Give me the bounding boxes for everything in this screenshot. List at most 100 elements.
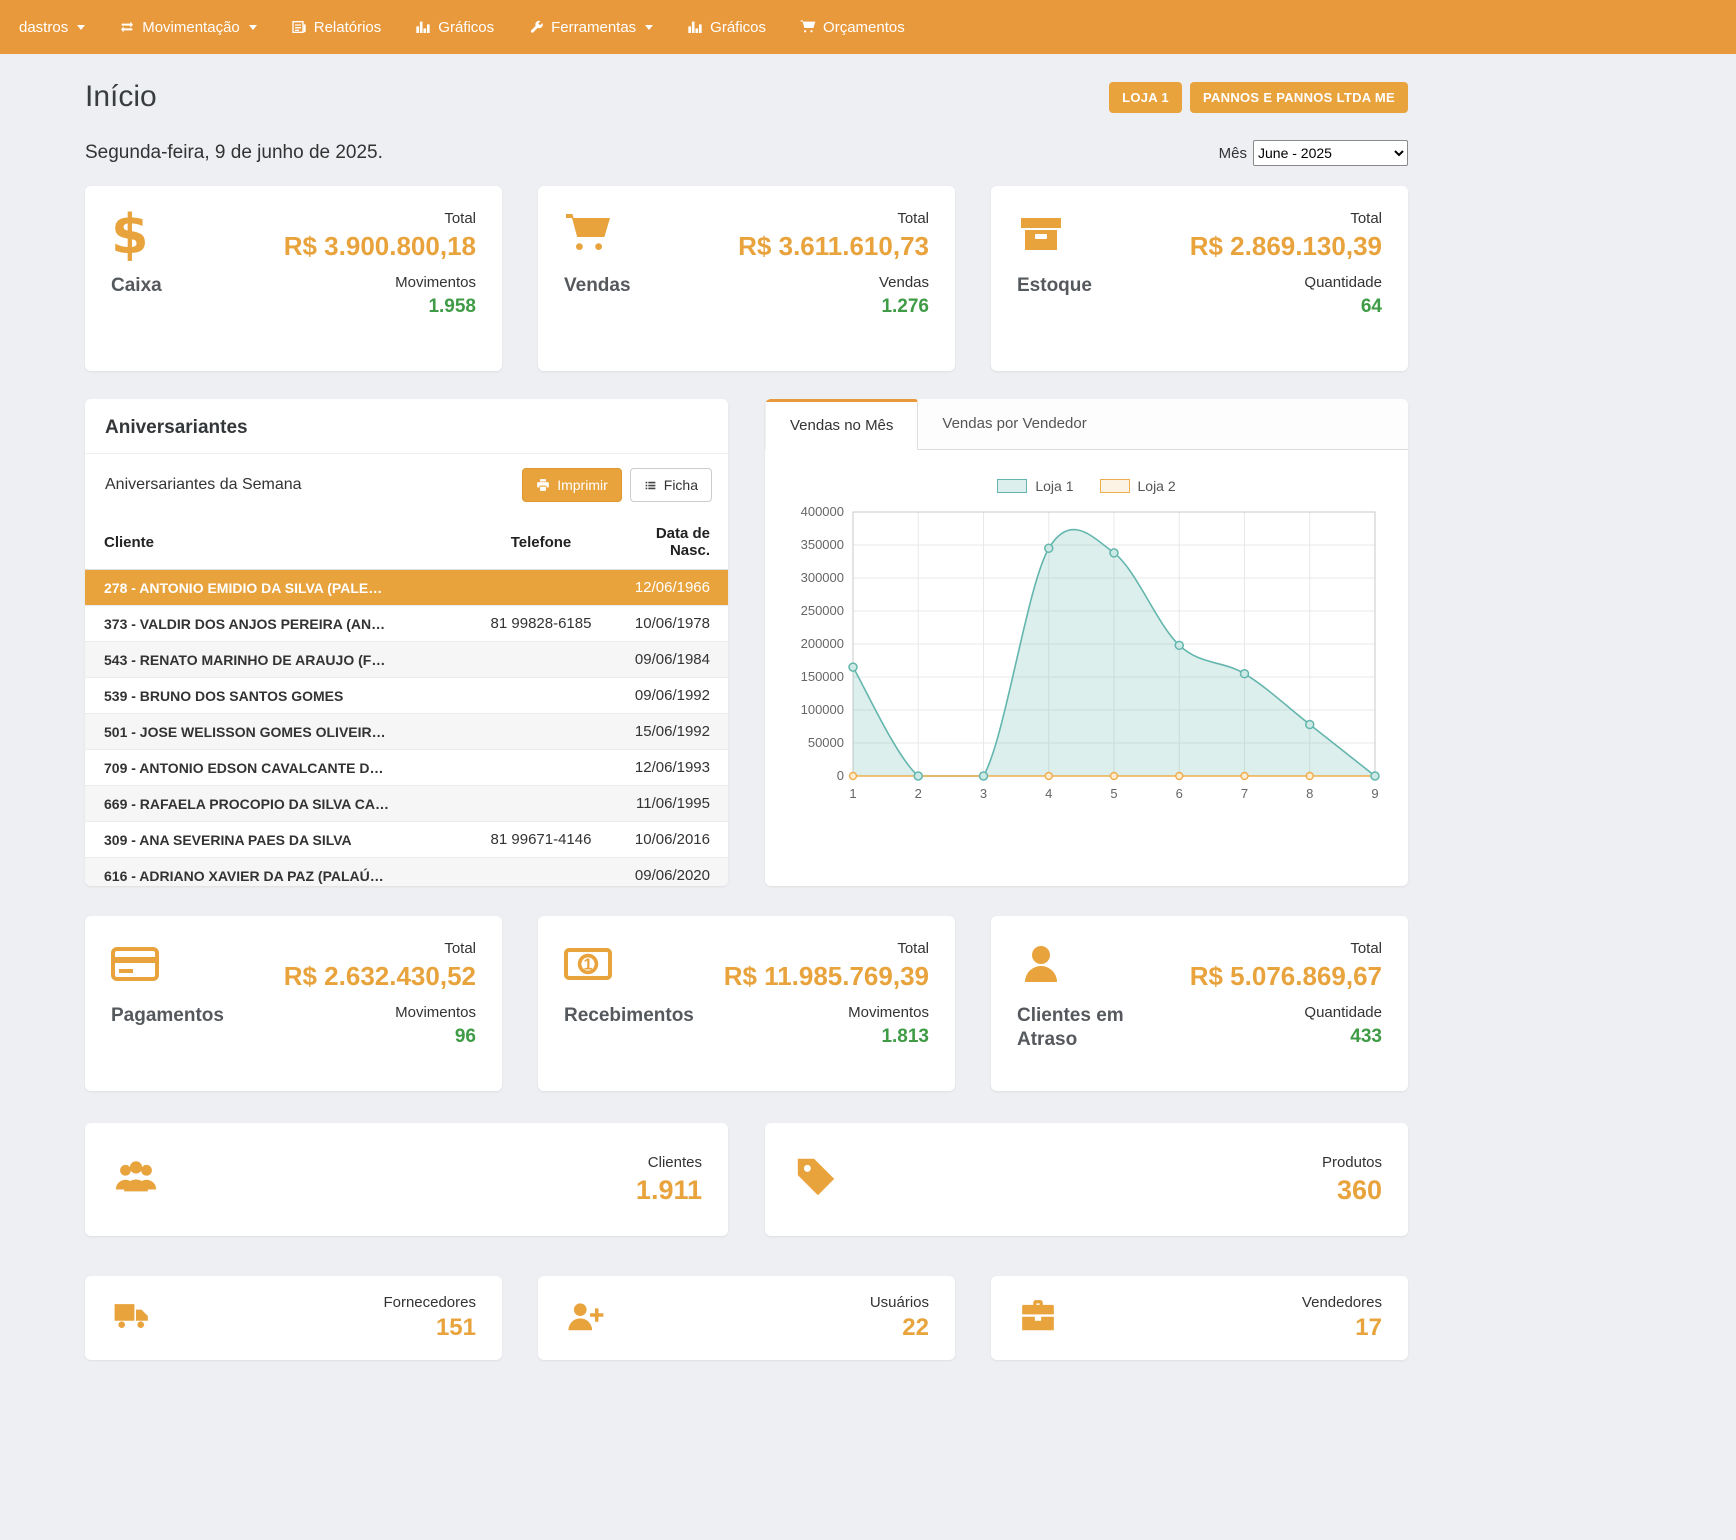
nav-ferramentas[interactable]: Ferramentas	[511, 0, 670, 54]
nav-cadastros[interactable]: dastros	[2, 0, 102, 54]
exchange-icon	[119, 19, 135, 35]
svg-text:50000: 50000	[808, 735, 844, 750]
ficha-button[interactable]: Ficha	[630, 468, 712, 502]
list-icon	[644, 479, 657, 492]
total-value: R$ 5.076.869,67	[1190, 961, 1382, 992]
birthdays-subtitle: Aniversariantes da Semana	[105, 476, 302, 494]
birthday-row[interactable]: 669 - RAFAELA PROCOPIO DA SILVA CA… 11/06…	[85, 786, 728, 822]
nav-movimentacao-label: Movimentação	[142, 19, 240, 36]
caret-down-icon	[645, 25, 653, 30]
svg-text:3: 3	[980, 786, 987, 801]
tab-vendas-no-mes[interactable]: Vendas no Mês	[765, 399, 918, 450]
birthday-cell-telefone[interactable]	[466, 858, 616, 887]
nav-orcamentos[interactable]: Orçamentos	[783, 0, 922, 54]
fornecedores-label: Fornecedores	[383, 1294, 476, 1311]
bar-chart-icon	[687, 19, 703, 35]
produtos-card: Produtos 360	[765, 1123, 1408, 1236]
users-icon	[111, 1154, 161, 1205]
month-select[interactable]: June - 2025	[1253, 140, 1408, 166]
birthday-cell-data[interactable]: 10/06/1978	[616, 606, 728, 642]
birthday-cell-data[interactable]: 12/06/1993	[616, 750, 728, 786]
produtos-label: Produtos	[1322, 1154, 1382, 1171]
money-icon: 1	[564, 940, 616, 990]
birthday-cell-data[interactable]: 11/06/1995	[616, 786, 728, 822]
nav-graficos-1[interactable]: Gráficos	[398, 0, 511, 54]
birthday-cell-telefone[interactable]	[466, 714, 616, 750]
company-button[interactable]: PANNOS E PANNOS LTDA ME	[1190, 82, 1408, 113]
birthday-cell-data[interactable]: 10/06/2016	[616, 822, 728, 858]
birthday-cell-cliente[interactable]: 501 - JOSE WELISSON GOMES OLIVEIR…	[85, 714, 466, 750]
svg-text:100000: 100000	[801, 702, 844, 717]
top-navbar: dastros Movimentação Relatórios Gráficos…	[0, 0, 1736, 54]
stat-name: Caixa	[111, 274, 163, 298]
total-label: Total	[1190, 940, 1382, 957]
col-cliente: Cliente	[85, 516, 466, 570]
svg-text:0: 0	[837, 768, 844, 783]
birthday-row[interactable]: 616 - ADRIANO XAVIER DA PAZ (PALAÚ… 09/06…	[85, 858, 728, 887]
total-label: Total	[1190, 210, 1382, 227]
svg-text:200000: 200000	[801, 636, 844, 651]
birthday-table-body: 278 - ANTONIO EMIDIO DA SILVA (PALE… 12/0…	[85, 570, 728, 887]
clientes-label: Clientes	[636, 1154, 702, 1171]
chart-tab-bar: Vendas no Mês Vendas por Vendedor	[765, 399, 1408, 450]
chart-legend: Loja 1 Loja 2	[787, 478, 1386, 494]
birthday-cell-cliente[interactable]: 669 - RAFAELA PROCOPIO DA SILVA CA…	[85, 786, 466, 822]
legend-item[interactable]: Loja 2	[1100, 478, 1176, 494]
birthday-cell-telefone[interactable]	[466, 750, 616, 786]
stat-card-recebimentos: 1 Recebimentos Total R$ 11.985.769,39 Mo…	[538, 916, 955, 1091]
vendedores-label: Vendedores	[1302, 1294, 1382, 1311]
stat-card-vendas: Vendas Total R$ 3.611.610,73 Vendas 1.27…	[538, 186, 955, 371]
nav-relatorios[interactable]: Relatórios	[274, 0, 399, 54]
credit-card-icon	[111, 940, 163, 990]
birthday-cell-telefone[interactable]: 81 99828-6185	[466, 606, 616, 642]
birthday-cell-cliente[interactable]: 709 - ANTONIO EDSON CAVALCANTE D…	[85, 750, 466, 786]
birthday-row[interactable]: 309 - ANA SEVERINA PAES DA SILVA81 99671…	[85, 822, 728, 858]
birthday-cell-cliente[interactable]: 616 - ADRIANO XAVIER DA PAZ (PALAÚ…	[85, 858, 466, 887]
svg-text:350000: 350000	[801, 537, 844, 552]
birthday-cell-cliente[interactable]: 543 - RENATO MARINHO DE ARAUJO (F…	[85, 642, 466, 678]
birthday-cell-data[interactable]: 09/06/1984	[616, 642, 728, 678]
vendedores-card: Vendedores 17	[991, 1276, 1408, 1360]
birthday-cell-data[interactable]: 09/06/1992	[616, 678, 728, 714]
birthday-row[interactable]: 539 - BRUNO DOS SANTOS GOMES 09/06/1992	[85, 678, 728, 714]
birthday-cell-telefone[interactable]: 81 99671-4146	[466, 822, 616, 858]
birthday-cell-telefone[interactable]	[466, 678, 616, 714]
birthday-cell-telefone[interactable]	[466, 570, 616, 606]
legend-label: Loja 1	[1035, 478, 1073, 494]
birthday-cell-cliente[interactable]: 373 - VALDIR DOS ANJOS PEREIRA (AN…	[85, 606, 466, 642]
birthday-row[interactable]: 501 - JOSE WELISSON GOMES OLIVEIR… 15/06/…	[85, 714, 728, 750]
birthday-cell-data[interactable]: 12/06/1966	[616, 570, 728, 606]
birthday-cell-data[interactable]: 09/06/2020	[616, 858, 728, 887]
birthday-row[interactable]: 543 - RENATO MARINHO DE ARAUJO (F… 09/06/…	[85, 642, 728, 678]
nav-graficos-1-label: Gráficos	[438, 19, 494, 36]
count-label: Quantidade	[1190, 1004, 1382, 1021]
stat-card-estoque: Estoque Total R$ 2.869.130,39 Quantidade…	[991, 186, 1408, 371]
birthday-row[interactable]: 278 - ANTONIO EMIDIO DA SILVA (PALE… 12/0…	[85, 570, 728, 606]
usuarios-value: 22	[870, 1314, 929, 1342]
birthday-row[interactable]: 373 - VALDIR DOS ANJOS PEREIRA (AN…81 99…	[85, 606, 728, 642]
birthday-cell-telefone[interactable]	[466, 642, 616, 678]
birthday-cell-cliente[interactable]: 309 - ANA SEVERINA PAES DA SILVA	[85, 822, 466, 858]
birthday-cell-telefone[interactable]	[466, 786, 616, 822]
print-button[interactable]: Imprimir	[522, 468, 622, 502]
birthday-cell-cliente[interactable]: 539 - BRUNO DOS SANTOS GOMES	[85, 678, 466, 714]
birthdays-panel: Aniversariantes Aniversariantes da Seman…	[85, 399, 728, 886]
sales-chart-svg: 0500001000001500002000002500003000003500…	[787, 504, 1382, 822]
store-button[interactable]: LOJA 1	[1109, 82, 1182, 113]
nav-relatorios-label: Relatórios	[314, 19, 382, 36]
birthday-cell-data[interactable]: 15/06/1992	[616, 714, 728, 750]
birthday-cell-cliente[interactable]: 278 - ANTONIO EMIDIO DA SILVA (PALE…	[85, 570, 466, 606]
birthday-row[interactable]: 709 - ANTONIO EDSON CAVALCANTE D… 12/06/1…	[85, 750, 728, 786]
tab-vendas-por-vendedor[interactable]: Vendas por Vendedor	[918, 399, 1110, 449]
svg-text:8: 8	[1306, 786, 1313, 801]
svg-text:1: 1	[849, 786, 856, 801]
nav-graficos-2[interactable]: Gráficos	[670, 0, 783, 54]
page-title: Início	[85, 80, 157, 114]
legend-item[interactable]: Loja 1	[997, 478, 1073, 494]
count-value: 96	[284, 1026, 476, 1048]
total-label: Total	[284, 210, 476, 227]
stat-card-pagamentos: Pagamentos Total R$ 2.632.430,52 Movimen…	[85, 916, 502, 1091]
count-label: Movimentos	[284, 274, 476, 291]
nav-movimentacao[interactable]: Movimentação	[102, 0, 274, 54]
total-value: R$ 2.632.430,52	[284, 961, 476, 992]
